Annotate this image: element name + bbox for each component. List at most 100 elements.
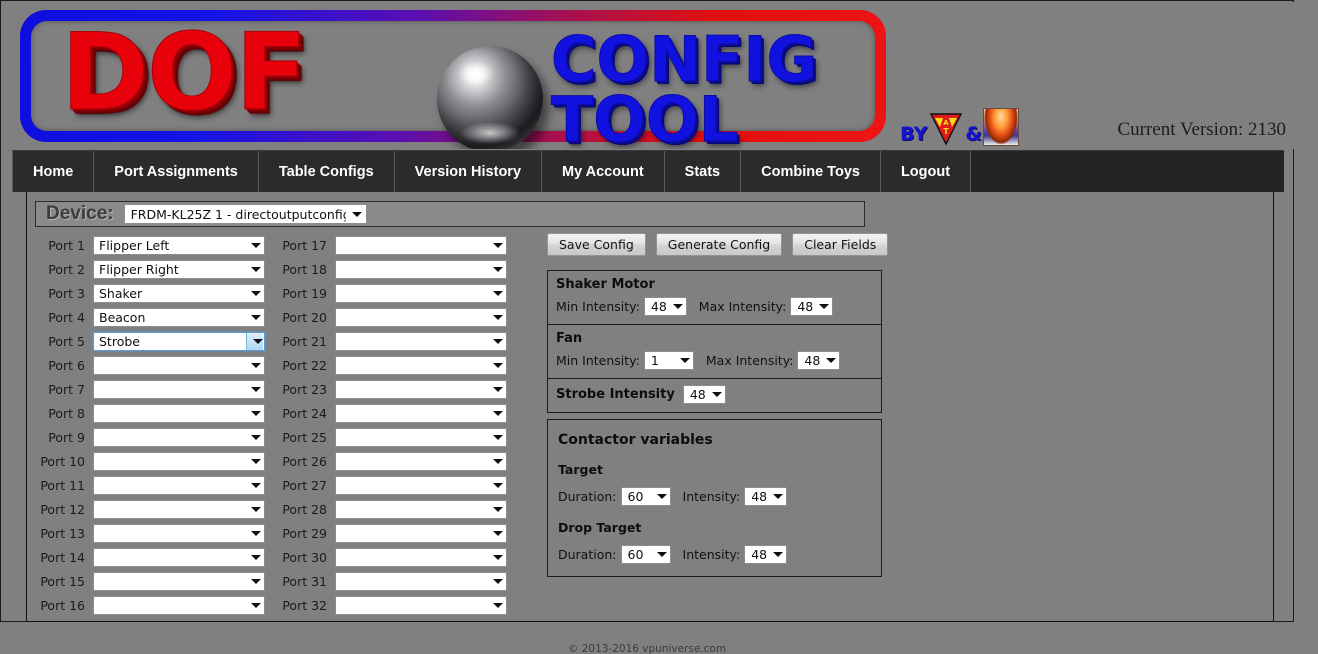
dropdown-button[interactable] [245,242,261,248]
port-select[interactable] [335,379,507,399]
port-select[interactable] [93,379,265,399]
dropdown-button[interactable] [487,458,503,464]
chevron-down-icon [773,494,784,499]
device-select[interactable]: FRDM-KL25Z 1 - directoutputconfigini8 [123,204,367,224]
dropdown-button[interactable] [245,314,261,320]
dropdown-button[interactable] [245,578,261,584]
dropdown-button[interactable] [487,338,503,344]
port-select[interactable] [93,427,265,447]
target-intensity-select[interactable]: 48 [744,487,788,506]
dropdown-button[interactable] [245,530,261,536]
nav-item-logout[interactable]: Logout [880,151,972,192]
shaker-max-intensity-select[interactable]: 48 [790,297,834,316]
shaker-min-intensity-select[interactable]: 48 [643,297,687,316]
port-select[interactable] [335,283,507,303]
port-row: Port 21 [277,329,507,353]
dropdown-button[interactable] [487,530,503,536]
port-row: Port 25 [277,425,507,449]
dropdown-button[interactable] [487,506,503,512]
port-row: Port 7 [35,377,265,401]
dropdown-button[interactable] [245,386,261,392]
dropdown-button[interactable] [245,266,261,272]
chevron-down-icon [493,530,503,536]
dropdown-button[interactable] [245,482,261,488]
port-select[interactable]: Flipper Left [93,235,265,255]
drop-target-intensity-select[interactable]: 48 [744,545,788,564]
nav-item-home[interactable]: Home [12,151,95,192]
fan-min-intensity-select[interactable]: 1 [643,351,694,370]
port-select[interactable] [93,355,265,375]
dropdown-button[interactable] [245,362,261,368]
fan-max-intensity-select[interactable]: 48 [797,351,841,370]
port-select[interactable]: Beacon [93,307,265,327]
port-select[interactable] [93,547,265,567]
nav-item-stats[interactable]: Stats [664,151,742,192]
port-select[interactable] [335,235,507,255]
dropdown-button[interactable] [487,410,503,416]
dropdown-button[interactable] [487,242,503,248]
port-select[interactable] [335,307,507,327]
target-duration-select[interactable]: 60 [620,487,671,506]
save-config-button[interactable]: Save Config [547,233,646,256]
nav-item-version-history[interactable]: Version History [394,151,543,192]
port-select[interactable]: Strobe [93,331,265,351]
port-select[interactable] [335,547,507,567]
dropdown-button[interactable] [487,386,503,392]
port-select[interactable]: Flipper Right [93,259,265,279]
port-select[interactable] [93,475,265,495]
generate-config-button[interactable]: Generate Config [655,233,783,256]
dropdown-button[interactable] [246,332,263,350]
dropdown-button[interactable] [245,506,261,512]
port-select[interactable] [335,331,507,351]
dropdown-button[interactable] [245,290,261,296]
port-row: Port 23 [277,377,507,401]
nav-item-port-assignments[interactable]: Port Assignments [94,151,259,192]
port-select[interactable] [335,523,507,543]
dropdown-button[interactable] [487,314,503,320]
port-select[interactable] [335,499,507,519]
dropdown-button[interactable] [487,290,503,296]
port-label: Port 4 [48,309,85,325]
dropdown-button[interactable] [487,362,503,368]
strobe-intensity-select[interactable]: 48 [682,385,726,404]
nav-item-my-account[interactable]: My Account [542,151,665,192]
port-select[interactable] [335,595,507,615]
port-label: Port 15 [40,573,85,589]
dropdown-button[interactable] [487,602,503,608]
drop-target-duration-select[interactable]: 60 [620,545,671,564]
port-select[interactable] [335,427,507,447]
dropdown-button[interactable] [245,554,261,560]
port-label: Port 28 [282,501,327,517]
target-subtitle: Target [558,462,603,477]
dropdown-button[interactable] [245,434,261,440]
port-select[interactable] [335,571,507,591]
dropdown-button[interactable] [487,554,503,560]
port-select[interactable] [335,475,507,495]
port-select[interactable] [335,259,507,279]
port-select[interactable]: Shaker [93,283,265,303]
nav-item-table-configs[interactable]: Table Configs [258,151,395,192]
dropdown-button[interactable] [487,266,503,272]
dropdown-button[interactable] [245,410,261,416]
port-select[interactable] [93,571,265,591]
dropdown-button[interactable] [245,458,261,464]
port-select[interactable] [93,523,265,543]
port-select[interactable] [335,451,507,471]
dropdown-button[interactable] [245,602,261,608]
port-select[interactable] [93,451,265,471]
chevron-down-icon [493,602,503,608]
port-row: Port 30 [277,545,507,569]
port-select[interactable] [93,499,265,519]
port-select[interactable] [335,403,507,423]
clear-fields-button[interactable]: Clear Fields [792,233,889,256]
port-select[interactable] [93,403,265,423]
port-select[interactable] [335,355,507,375]
port-label: Port 13 [40,525,85,541]
port-select[interactable] [93,595,265,615]
port-select-value: Flipper Left [99,237,170,253]
port-row: Port 12 [35,497,265,521]
nav-item-combine-toys[interactable]: Combine Toys [741,151,881,192]
dropdown-button[interactable] [487,482,503,488]
dropdown-button[interactable] [487,578,503,584]
dropdown-button[interactable] [487,434,503,440]
